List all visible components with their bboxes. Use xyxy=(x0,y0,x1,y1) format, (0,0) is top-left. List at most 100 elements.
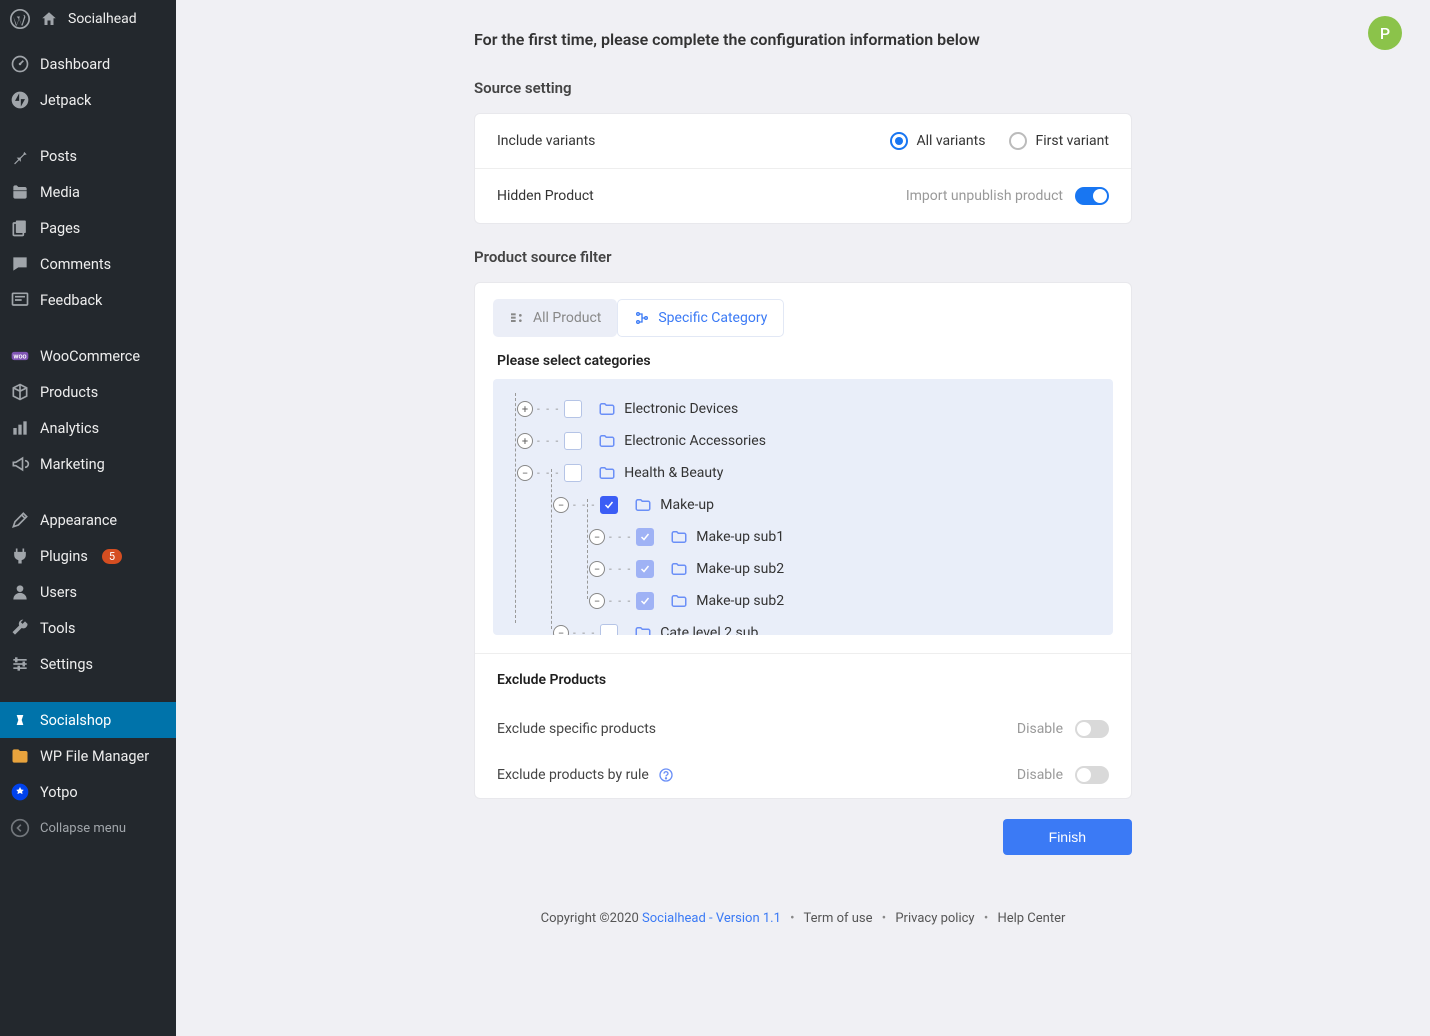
footer-privacy-link[interactable]: Privacy policy xyxy=(895,911,974,926)
hidden-product-label: Hidden Product xyxy=(497,188,594,204)
pin-icon xyxy=(10,146,30,166)
exclude-specific-toggle[interactable] xyxy=(1075,720,1109,738)
category-checkbox[interactable] xyxy=(600,624,618,635)
filter-tabs: All Product Specific Category xyxy=(475,283,1131,337)
category-label[interactable]: Health & Beauty xyxy=(624,465,723,481)
nav-marketing[interactable]: Marketing xyxy=(0,446,176,482)
nav-jetpack[interactable]: Jetpack xyxy=(0,82,176,118)
source-setting-title: Source setting xyxy=(474,79,1132,97)
help-icon[interactable] xyxy=(658,767,674,783)
users-icon xyxy=(10,582,30,602)
all-product-icon xyxy=(509,310,525,326)
feedback-icon xyxy=(10,290,30,310)
category-row: −- - -Health & Beauty xyxy=(503,457,1103,489)
exclude-rule-toggle[interactable] xyxy=(1075,766,1109,784)
source-setting-card: Include variants All variants First vari… xyxy=(474,113,1132,224)
nav-plugins[interactable]: Plugins5 xyxy=(0,538,176,574)
collapse-label: Collapse menu xyxy=(40,821,126,836)
folder-icon xyxy=(598,464,616,482)
include-variants-label: Include variants xyxy=(497,133,595,149)
category-label[interactable]: Make-up sub1 xyxy=(696,529,784,545)
nav-feedback[interactable]: Feedback xyxy=(0,282,176,318)
folder-icon xyxy=(670,560,688,578)
category-label[interactable]: Make-up sub2 xyxy=(696,593,784,609)
pages-icon xyxy=(10,218,30,238)
exclude-products-title: Exclude Products xyxy=(475,653,1131,706)
category-checkbox[interactable] xyxy=(600,496,618,514)
nav-users[interactable]: Users xyxy=(0,574,176,610)
admin-sidebar: Socialhead DashboardJetpack PostsMediaPa… xyxy=(0,0,176,1036)
nav-tools[interactable]: Tools xyxy=(0,610,176,646)
footer-term-link[interactable]: Term of use xyxy=(804,911,873,926)
import-unpublish-label: Import unpublish product xyxy=(906,188,1063,204)
nav-wp-file-manager[interactable]: WP File Manager xyxy=(0,738,176,774)
category-checkbox[interactable] xyxy=(564,400,582,418)
category-row: −- - -Make-up xyxy=(503,489,1103,521)
intro-text: For the first time, please complete the … xyxy=(474,30,1132,49)
import-unpublish-toggle[interactable] xyxy=(1075,187,1109,205)
category-checkbox[interactable] xyxy=(636,528,654,546)
wordpress-logo-icon[interactable] xyxy=(10,9,30,29)
nav-appearance[interactable]: Appearance xyxy=(0,502,176,538)
nav-woocommerce[interactable]: WOOWooCommerce xyxy=(0,338,176,374)
category-label[interactable]: Cate level 2 sub xyxy=(660,625,758,635)
expander-icon[interactable]: − xyxy=(517,465,533,481)
home-icon[interactable] xyxy=(40,10,58,28)
category-row: +- - -Electronic Devices xyxy=(503,393,1103,425)
nav-yotpo[interactable]: Yotpo xyxy=(0,774,176,810)
expander-icon[interactable]: + xyxy=(517,433,533,449)
socialshop-icon xyxy=(10,710,30,730)
category-label[interactable]: Make-up xyxy=(660,497,714,513)
category-tree[interactable]: +- - -Electronic Devices+- - -Electronic… xyxy=(493,379,1113,635)
expander-icon[interactable]: − xyxy=(589,561,605,577)
category-label[interactable]: Make-up sub2 xyxy=(696,561,784,577)
category-label[interactable]: Electronic Devices xyxy=(624,401,738,417)
folder-icon xyxy=(598,432,616,450)
nav-media[interactable]: Media xyxy=(0,174,176,210)
media-icon xyxy=(10,182,30,202)
product-source-filter-title: Product source filter xyxy=(474,248,1132,266)
category-row: −- - -Make-up sub1 xyxy=(503,521,1103,553)
yotpo-icon xyxy=(10,782,30,802)
category-checkbox[interactable] xyxy=(636,592,654,610)
filemanager-icon xyxy=(10,746,30,766)
footer-help-link[interactable]: Help Center xyxy=(997,911,1065,926)
nav-comments[interactable]: Comments xyxy=(0,246,176,282)
nav-socialshop[interactable]: Socialshop xyxy=(0,702,176,738)
nav-settings[interactable]: Settings xyxy=(0,646,176,682)
plugins-icon xyxy=(10,546,30,566)
category-checkbox[interactable] xyxy=(636,560,654,578)
tab-specific-category[interactable]: Specific Category xyxy=(617,299,784,337)
specific-category-icon xyxy=(634,310,650,326)
main-content: P For the first time, please complete th… xyxy=(176,0,1430,1036)
nav-pages[interactable]: Pages xyxy=(0,210,176,246)
user-avatar[interactable]: P xyxy=(1368,16,1402,50)
expander-icon[interactable]: + xyxy=(517,401,533,417)
collapse-icon xyxy=(10,818,30,838)
tools-icon xyxy=(10,618,30,638)
category-checkbox[interactable] xyxy=(564,464,582,482)
footer: Copyright ©2020 Socialhead - Version 1.1… xyxy=(474,855,1132,942)
expander-icon[interactable]: − xyxy=(589,529,605,545)
category-label[interactable]: Electronic Accessories xyxy=(624,433,766,449)
expander-icon[interactable]: − xyxy=(553,497,569,513)
collapse-menu[interactable]: Collapse menu xyxy=(0,810,176,846)
nav-dashboard[interactable]: Dashboard xyxy=(0,46,176,82)
expander-icon[interactable]: − xyxy=(553,625,569,635)
expander-icon[interactable]: − xyxy=(589,593,605,609)
nav-analytics[interactable]: Analytics xyxy=(0,410,176,446)
footer-brand-link[interactable]: Socialhead - Version 1.1 xyxy=(642,911,781,926)
site-name[interactable]: Socialhead xyxy=(68,11,137,27)
nav-posts[interactable]: Posts xyxy=(0,138,176,174)
product-source-filter-card: All Product Specific Category Please sel… xyxy=(474,282,1132,799)
category-row: −- - -Cate level 2 sub xyxy=(503,617,1103,635)
tab-all-product[interactable]: All Product xyxy=(493,299,617,337)
finish-button[interactable]: Finish xyxy=(1003,819,1132,855)
folder-icon xyxy=(670,528,688,546)
exclude-specific-label: Exclude specific products xyxy=(497,721,656,737)
category-checkbox[interactable] xyxy=(564,432,582,450)
radio-all-variants[interactable]: All variants xyxy=(890,132,985,150)
nav-products[interactable]: Products xyxy=(0,374,176,410)
category-row: +- - -Electronic Accessories xyxy=(503,425,1103,457)
radio-first-variant[interactable]: First variant xyxy=(1009,132,1109,150)
